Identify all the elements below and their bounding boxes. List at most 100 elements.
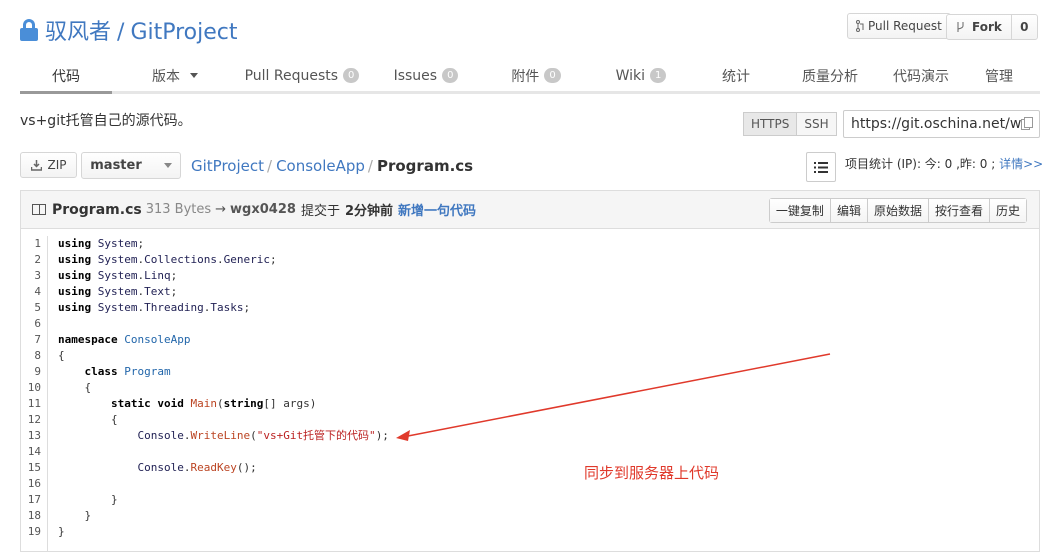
repo-tabs: 代码 版本 Pull Requests 0 Issues 0 附件 0 Wiki 1 统… <box>20 60 1040 94</box>
code-line: { <box>58 381 92 394</box>
code-line: Console.ReadKey(); <box>137 461 257 474</box>
tab-pull-requests-badge: 0 <box>343 68 360 83</box>
chevron-down-icon <box>190 73 198 78</box>
clone-protocols: HTTPS SSH <box>743 112 837 136</box>
repo-description: vs+git托管自己的源代码。 <box>20 113 192 129</box>
ssh-button[interactable]: SSH <box>797 112 837 136</box>
tab-demo[interactable]: 代码演示 <box>884 60 958 91</box>
tab-attachments-label: 附件 <box>511 68 540 85</box>
file-size: 313 Bytes <box>145 202 212 217</box>
download-zip-button[interactable]: ZIP <box>20 152 77 178</box>
breadcrumb-folder[interactable]: ConsoleApp <box>276 157 365 175</box>
repo-name-link[interactable]: GitProject <box>130 20 237 45</box>
blame-button[interactable]: 按行查看 <box>927 199 989 222</box>
fork-icon <box>957 22 964 32</box>
line-number: 7 <box>34 333 41 346</box>
copy-all-button[interactable]: 一键复制 <box>769 199 830 222</box>
edit-button[interactable]: 编辑 <box>829 199 867 222</box>
tab-stats-label: 统计 <box>722 68 750 85</box>
commit-author[interactable]: wgx0428 <box>230 202 296 217</box>
tab-wiki[interactable]: Wiki 1 <box>586 60 696 91</box>
breadcrumb: GitProject / ConsoleApp / Program.cs <box>191 157 474 175</box>
breadcrumb-current: Program.cs <box>376 157 474 175</box>
tab-quality-label: 质量分析 <box>802 68 858 85</box>
tab-version[interactable]: 版本 <box>112 60 238 91</box>
fork-label: Fork <box>972 20 1002 34</box>
code-line: using System.Linq; <box>58 269 178 282</box>
raw-button[interactable]: 原始数据 <box>866 199 928 222</box>
pull-request-button[interactable]: Pull Request <box>847 13 951 39</box>
clone-url-field[interactable]: https://git.oschina.net/w <box>843 110 1040 138</box>
code-line: using System.Text; <box>58 285 178 298</box>
line-numbers: 1 2 3 4 5 6 7 8 9 10 11 12 13 14 15 16 17 18 19 <box>21 236 48 551</box>
repo-owner-link[interactable]: 驭风者 <box>45 20 111 45</box>
commit-time: 2分钟前 <box>344 204 393 219</box>
file-actions: 一键复制 编辑 原始数据 按行查看 历史 <box>768 198 1027 223</box>
breadcrumb-root[interactable]: GitProject <box>191 157 264 175</box>
line-number: 10 <box>27 381 41 394</box>
file-viewer: Program.cs 313 Bytes → wgx0428 提交于 2分钟前 … <box>20 190 1040 552</box>
history-button[interactable]: 历史 <box>988 199 1026 222</box>
code-line: { <box>58 413 118 426</box>
line-number: 2 <box>34 253 41 266</box>
tab-quality[interactable]: 质量分析 <box>776 60 884 91</box>
tab-pull-requests[interactable]: Pull Requests 0 <box>238 60 366 91</box>
stats-details-link[interactable]: 详情>> <box>999 157 1043 171</box>
code-line: { <box>58 349 65 362</box>
code-line: using System.Threading.Tasks; <box>58 301 251 314</box>
file-arrow: → <box>215 202 227 217</box>
repo-header: 驭风者 / GitProject <box>20 14 238 46</box>
https-button[interactable]: HTTPS <box>743 112 798 136</box>
tab-issues[interactable]: Issues 0 <box>366 60 486 91</box>
line-number: 3 <box>34 269 41 282</box>
book-icon <box>32 204 46 215</box>
code-line: } <box>58 493 118 506</box>
tab-manage[interactable]: 管理 <box>958 60 1040 91</box>
commit-message-link[interactable]: 新增一句代码 <box>398 200 476 219</box>
tab-pull-requests-label: Pull Requests <box>244 67 339 84</box>
commit-verb: 提交于 <box>300 204 340 219</box>
lock-icon <box>20 19 38 41</box>
file-header: Program.cs 313 Bytes → wgx0428 提交于 2分钟前 … <box>21 191 1039 229</box>
tab-stats[interactable]: 统计 <box>696 60 776 91</box>
fork-label-wrap[interactable]: Fork <box>947 15 1011 39</box>
tab-demo-label: 代码演示 <box>893 68 949 85</box>
project-stats-text: 项目统计 (IP): 今: 0 ,昨: 0 ; <box>845 157 996 171</box>
repo-title: 驭风者 / GitProject <box>45 14 238 46</box>
line-number: 16 <box>27 477 41 490</box>
line-number: 11 <box>27 397 41 410</box>
copy-icon[interactable] <box>1021 117 1033 130</box>
line-number: 19 <box>27 525 41 538</box>
zip-label: ZIP <box>47 158 67 172</box>
tab-wiki-label: Wiki <box>615 67 646 84</box>
code-line: } <box>58 509 92 522</box>
tab-attachments[interactable]: 附件 0 <box>486 60 586 91</box>
tab-issues-label: Issues <box>393 67 438 84</box>
line-number: 5 <box>34 301 41 314</box>
code-line: class Program <box>84 365 171 378</box>
code-line: Console.WriteLine("vs+Git托管下的代码"); <box>137 429 389 442</box>
file-list-button[interactable] <box>806 152 836 182</box>
tab-code-label: 代码 <box>52 68 80 85</box>
pull-request-icon <box>856 20 864 32</box>
tab-version-label: 版本 <box>152 68 180 85</box>
chevron-down-icon <box>163 163 172 168</box>
fork-count[interactable]: 0 <box>1010 15 1037 39</box>
tab-attachments-badge: 0 <box>544 68 561 83</box>
line-number: 13 <box>27 429 41 442</box>
branch-name: master <box>90 158 142 173</box>
code-line: using System; <box>58 237 145 250</box>
repo-title-separator: / <box>117 20 125 45</box>
code-line: using System.Collections.Generic; <box>58 253 277 266</box>
line-number: 4 <box>34 285 41 298</box>
tab-code[interactable]: 代码 <box>20 60 112 94</box>
line-number: 12 <box>27 413 41 426</box>
branch-select[interactable]: master <box>81 152 181 179</box>
line-number: 15 <box>27 461 41 474</box>
code-view: 1 2 3 4 5 6 7 8 9 10 11 12 13 14 15 16 17 18 19 using Syst… <box>21 236 1039 551</box>
fork-button[interactable]: Fork 0 <box>946 14 1038 40</box>
line-number: 17 <box>27 493 41 506</box>
tab-manage-label: 管理 <box>985 68 1013 85</box>
